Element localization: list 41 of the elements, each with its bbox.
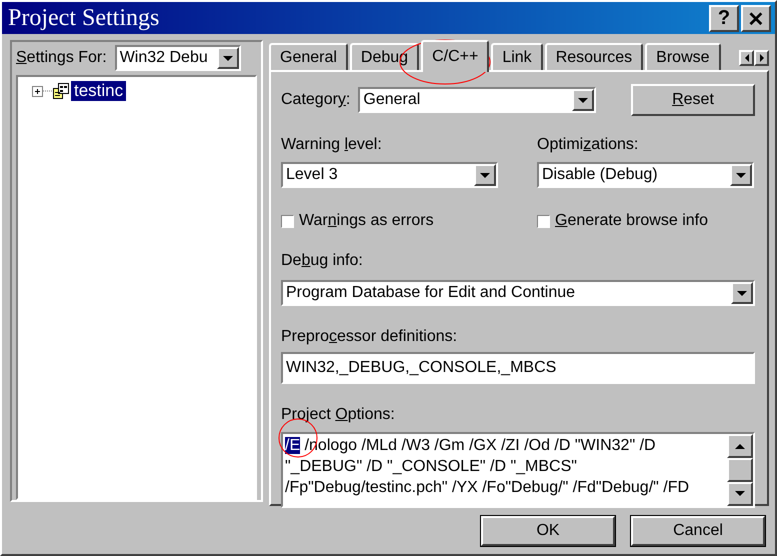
optimizations-dropdown[interactable]: Disable (Debug): [537, 162, 754, 188]
debug-info-label: Debug info:: [281, 252, 364, 270]
help-button[interactable]: ?: [709, 4, 739, 32]
tab[interactable]: Link: [491, 43, 543, 70]
scroll-left-button[interactable]: [739, 50, 754, 66]
debug-info-dropdown[interactable]: Program Database for Edit and Continue: [281, 280, 755, 306]
right-triangle-icon: [758, 54, 764, 62]
left-triangle-icon: [744, 54, 750, 62]
window-title: Project Settings: [8, 4, 160, 32]
down-triangle-icon: [480, 172, 490, 178]
cancel-button[interactable]: Cancel: [631, 516, 765, 546]
warning-level-label: Warning level:: [281, 136, 383, 154]
checkbox[interactable]: [281, 214, 294, 228]
close-button[interactable]: ✕: [741, 4, 771, 32]
warning-level-dropdown[interactable]: Level 3: [281, 162, 498, 188]
tab[interactable]: C/C++: [421, 40, 490, 72]
reset-button[interactable]: Reset: [631, 84, 755, 116]
category-dropdown[interactable]: General: [358, 87, 596, 113]
configuration-dropdown[interactable]: Win32 Debu: [114, 45, 241, 71]
scroll-right-button[interactable]: [754, 50, 769, 66]
project-options-label: Project Options:: [281, 406, 396, 424]
checkbox-label: Generate browse info: [555, 212, 708, 230]
checkbox[interactable]: [537, 214, 550, 228]
preprocessor-field[interactable]: WIN32,_DEBUG,_CONSOLE,_MBCS: [281, 352, 755, 384]
tree-item[interactable]: testinc: [71, 81, 126, 101]
preprocessor-label: Preprocessor definitions:: [281, 328, 458, 346]
down-triangle-icon: [578, 98, 588, 102]
tree-connector-line: [43, 90, 53, 92]
optimizations-label: Optimizations:: [537, 136, 640, 154]
category-label: Category:: [281, 91, 350, 109]
tab[interactable]: Resources: [544, 43, 644, 70]
tab[interactable]: General: [269, 43, 348, 70]
down-triangle-icon: [222, 56, 233, 60]
settings-for-label: Settings For:: [16, 49, 107, 67]
expand-icon[interactable]: [32, 86, 43, 96]
tab[interactable]: Browse: [645, 43, 721, 70]
ok-button[interactable]: OK: [481, 516, 615, 546]
down-triangle-icon: [736, 172, 746, 178]
checkbox-label: Warnings as errors: [299, 212, 434, 230]
project-icon: [53, 83, 69, 99]
down-triangle-icon: [737, 290, 747, 296]
